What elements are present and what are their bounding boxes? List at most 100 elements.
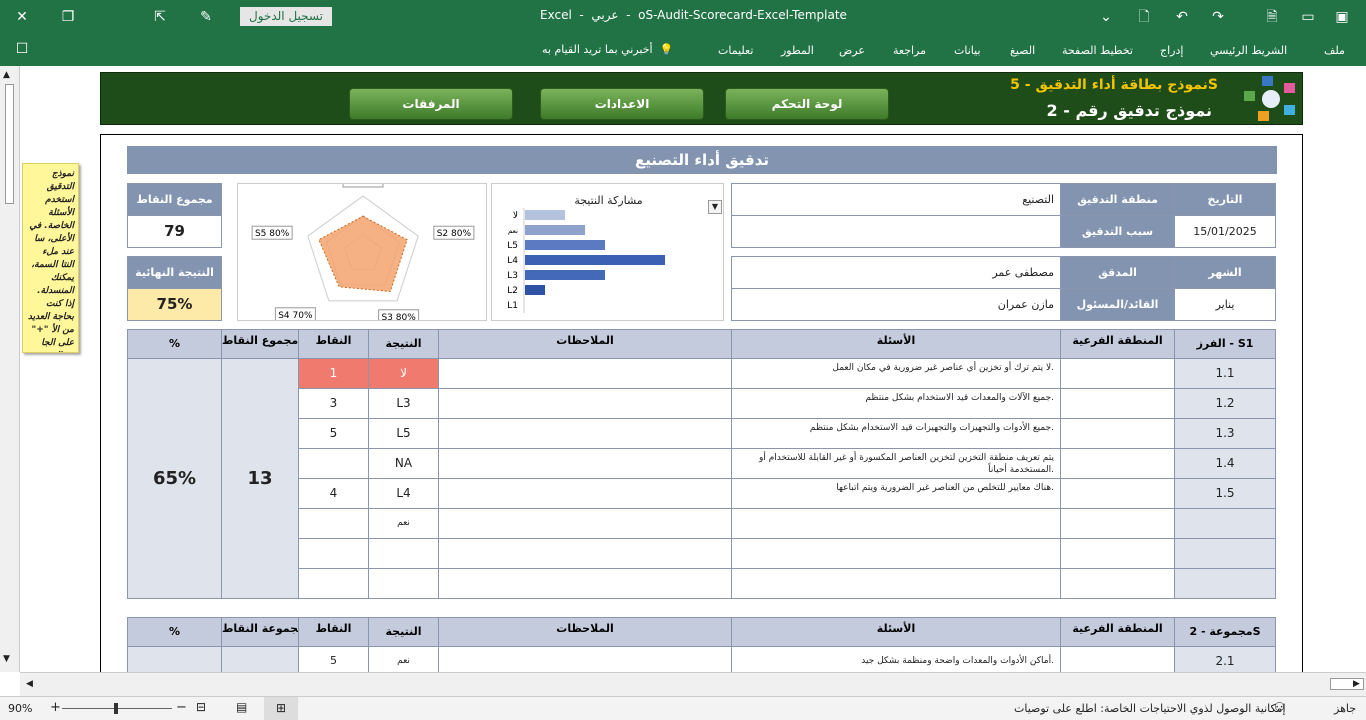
- area-label: منطقة التدقيق: [1060, 183, 1175, 216]
- s1-row-subarea[interactable]: [1060, 448, 1175, 479]
- tab-help[interactable]: تعليمات: [718, 44, 753, 57]
- scroll-thumb[interactable]: [5, 84, 14, 204]
- new-file-icon[interactable]: 🗎: [1262, 7, 1282, 27]
- s1-total-value: 13: [221, 358, 299, 599]
- s1-row-result[interactable]: لا: [368, 358, 439, 389]
- s1-row-subarea[interactable]: [1060, 418, 1175, 449]
- tab-review[interactable]: مراجعة: [893, 44, 926, 57]
- s2-row-result[interactable]: نعم: [368, 646, 439, 672]
- s1-row-result[interactable]: [368, 538, 439, 569]
- dashboard-button[interactable]: لوحة التحكم: [725, 88, 889, 120]
- zoom-out-icon[interactable]: −: [176, 700, 187, 715]
- restore-icon[interactable]: ❐: [58, 7, 78, 27]
- reason-value[interactable]: [731, 215, 1061, 248]
- auditor-label: المدقق: [1060, 256, 1175, 289]
- signin-button[interactable]: تسجيل الدخول: [240, 7, 332, 26]
- s1-row-question: جميع الأدوات والتجهيزات والتجهيزات قيد ا…: [731, 418, 1061, 449]
- tab-view[interactable]: عرض: [839, 44, 865, 57]
- undo-icon[interactable]: ↶: [1172, 7, 1192, 27]
- zoom-slider-thumb[interactable]: [114, 703, 118, 714]
- s1-row-id: 1.4: [1174, 448, 1276, 479]
- s1-row-subarea[interactable]: [1060, 538, 1175, 569]
- tab-page-layout[interactable]: تخطيط الصفحة: [1062, 44, 1133, 57]
- tab-home[interactable]: الشريط الرئيسي: [1210, 44, 1287, 57]
- s2-pct-value: [127, 646, 222, 672]
- s1-row-subarea[interactable]: [1060, 568, 1175, 599]
- accessibility-icon[interactable]: ⚇: [1274, 700, 1285, 714]
- s1-row-result[interactable]: [368, 568, 439, 599]
- scroll-down-icon[interactable]: ▼: [3, 654, 10, 664]
- s1-row-result[interactable]: L3: [368, 388, 439, 419]
- s1-row-subarea[interactable]: [1060, 358, 1175, 389]
- page-break-view-icon[interactable]: ⊟: [196, 700, 206, 714]
- settings-button[interactable]: الاعدادات: [540, 88, 704, 120]
- s1-row-notes[interactable]: [438, 418, 732, 449]
- s2-row-notes[interactable]: [438, 646, 732, 672]
- s1-row-question: [731, 508, 1061, 539]
- zoom-level[interactable]: 90%: [8, 702, 32, 715]
- tab-developer[interactable]: المطور: [781, 44, 814, 57]
- s1-row-subarea[interactable]: [1060, 388, 1175, 419]
- vertical-scrollbar[interactable]: ▲ ▼: [0, 66, 20, 672]
- s1-pct-value: 65%: [127, 358, 222, 599]
- s1-row-points: 3: [298, 388, 369, 419]
- accessibility-status[interactable]: إمكانية الوصول لذوي الاحتياجات الخاصة: ا…: [1014, 702, 1286, 715]
- s1-row-notes[interactable]: [438, 478, 732, 509]
- s1-row-result[interactable]: L4: [368, 478, 439, 509]
- leader-value[interactable]: مازن عمران: [731, 288, 1061, 321]
- worksheet[interactable]: نموذج بطاقة أداء التدقيق - 5S نموذج تدقي…: [20, 66, 1346, 672]
- status-bar: 90% + − ⊟ ▤ ⊞ إمكانية الوصول لذوي الاحتي…: [0, 696, 1366, 720]
- auditor-value[interactable]: مصطفى عمر: [731, 256, 1061, 289]
- print-preview-icon[interactable]: 🗋: [1134, 7, 1154, 27]
- radar-series: [318, 215, 408, 293]
- scroll-up-icon[interactable]: ▲: [3, 70, 10, 80]
- s1-row-subarea[interactable]: [1060, 478, 1175, 509]
- s1-row-notes[interactable]: [438, 388, 732, 419]
- page-layout-view-icon[interactable]: ▤: [236, 700, 247, 714]
- comments-icon[interactable]: ☐: [12, 39, 32, 59]
- tab-file[interactable]: ملف: [1324, 44, 1345, 57]
- s1-row-result[interactable]: L5: [368, 418, 439, 449]
- tell-me-search[interactable]: أخبرني بما تريد القيام به 💡: [542, 43, 673, 56]
- total-points-value: 79: [127, 215, 222, 248]
- s1-row-id: 1.5: [1174, 478, 1276, 509]
- redo-icon[interactable]: ↷: [1208, 7, 1228, 27]
- tab-insert[interactable]: إدراج: [1160, 44, 1183, 57]
- open-folder-icon[interactable]: ▭: [1298, 7, 1318, 27]
- date-label: التاريخ: [1174, 183, 1276, 216]
- tab-formulas[interactable]: الصيغ: [1010, 44, 1035, 57]
- zoom-in-icon[interactable]: +: [50, 700, 61, 715]
- area-value[interactable]: التصنيع: [731, 183, 1061, 216]
- bar-category-label: L3: [507, 271, 518, 281]
- scroll-right-icon[interactable]: ▶: [1353, 679, 1360, 689]
- 5s-logo-icon: [1244, 76, 1295, 121]
- close-icon[interactable]: ✕: [12, 7, 32, 27]
- ribbon-display-icon[interactable]: ⇱: [150, 7, 170, 27]
- audit-frame: تدقيق أداء التصنيع التاريخ منطقة التدقيق…: [100, 134, 1303, 672]
- month-value[interactable]: يناير: [1174, 288, 1276, 321]
- pen-icon[interactable]: ✎: [196, 7, 216, 27]
- attachments-button[interactable]: المرفقات: [349, 88, 513, 120]
- s1-row-result[interactable]: نعم: [368, 508, 439, 539]
- s2-row-subarea[interactable]: [1060, 646, 1175, 672]
- radar-chart-svg: S1 65% S2 80% S3 80% S4 70% S5 80%: [251, 184, 475, 320]
- s1-row-result[interactable]: NA: [368, 448, 439, 479]
- results-bar-chart[interactable]: مشاركة النتيجة ▼ لا نعم L5 L4 L3 L2 L1: [491, 183, 724, 321]
- tab-data[interactable]: بيانات: [954, 44, 981, 57]
- date-value[interactable]: 15/01/2025: [1174, 215, 1276, 248]
- scroll-left-icon[interactable]: ◀: [26, 679, 33, 689]
- radar-chart[interactable]: S1 65% S2 80% S3 80% S4 70% S5 80%: [237, 183, 487, 321]
- s1-subarea-header: المنطقة الفرعية: [1060, 329, 1175, 359]
- s1-row-subarea[interactable]: [1060, 508, 1175, 539]
- bar-mark: [525, 255, 665, 265]
- save-icon[interactable]: ▣: [1332, 7, 1352, 27]
- normal-view-icon[interactable]: ⊞: [264, 697, 298, 720]
- s1-row-notes[interactable]: [438, 448, 732, 479]
- s1-row-notes[interactable]: [438, 358, 732, 389]
- s1-row-notes[interactable]: [438, 568, 732, 599]
- qat-dropdown-icon[interactable]: ⌄: [1096, 7, 1116, 27]
- lang-name: عربي: [591, 8, 619, 22]
- s1-row-notes[interactable]: [438, 538, 732, 569]
- horizontal-scrollbar[interactable]: ◀ ▶: [20, 672, 1366, 696]
- s1-row-notes[interactable]: [438, 508, 732, 539]
